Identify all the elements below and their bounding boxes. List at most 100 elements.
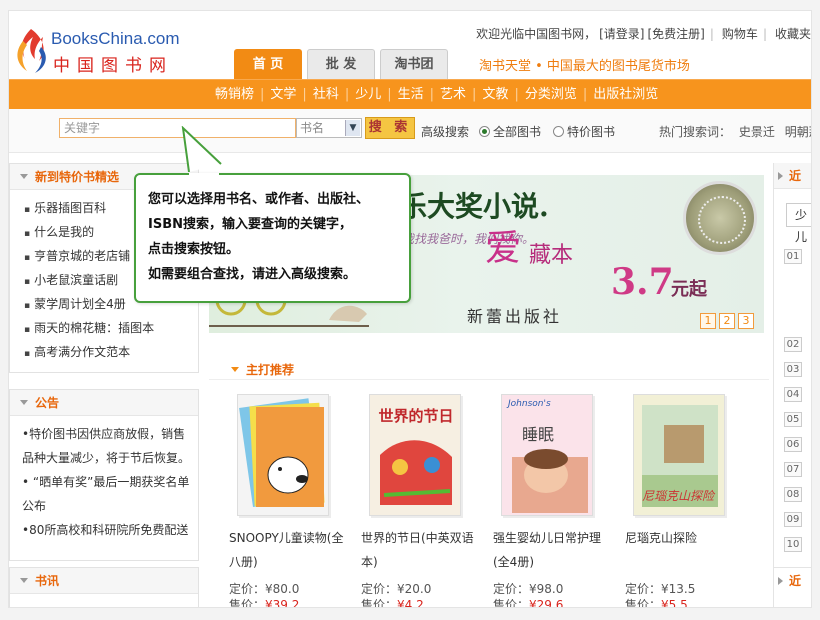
logo-flame-icon bbox=[17, 29, 46, 73]
tooltip-line: 您可以选择用书名、或作者、出版社、 bbox=[148, 192, 370, 207]
collapse-triangle-icon bbox=[778, 172, 783, 180]
book-title[interactable]: 强生婴幼儿日常护理(全4册) bbox=[493, 526, 613, 574]
logo-text-en: BooksChina.com bbox=[51, 29, 180, 48]
search-field-value: 书名 bbox=[300, 121, 325, 135]
radio-all-books[interactable]: 全部图书 bbox=[479, 123, 541, 140]
book-list-price: 定价：¥98.0 bbox=[493, 582, 564, 596]
notice-title: 公告 bbox=[35, 396, 60, 410]
nav-life[interactable]: 生活 bbox=[392, 80, 430, 109]
recommend-title-text: 主打推荐 bbox=[246, 363, 295, 377]
nav-browse-publisher[interactable]: 出版社浏览 bbox=[587, 80, 664, 109]
book-list-price: 定价：¥80.0 bbox=[229, 582, 300, 596]
sale-price: ¥29.6 bbox=[529, 598, 564, 608]
screenshot-frame: BooksChina.com 中国图书网 欢迎光临中国图书网， [请登录] [免费注… bbox=[0, 0, 820, 620]
banner-price-suffix: 元起 bbox=[671, 279, 707, 300]
sale-label: 售价： bbox=[229, 598, 266, 608]
rank-number: 01 bbox=[784, 249, 802, 264]
cart-link[interactable]: 购物车 bbox=[722, 27, 758, 41]
search-input[interactable]: 关键字 bbox=[59, 118, 296, 138]
hot-search-label: 热门搜索词： bbox=[659, 125, 732, 139]
tooltip-line: ISBN搜索，输入要查询的关键字， bbox=[148, 217, 352, 232]
book-cover[interactable]: Johnson's 睡眠 bbox=[501, 394, 593, 516]
sale-price: ¥5.5 bbox=[661, 598, 688, 608]
rank-number: 04 bbox=[784, 387, 802, 402]
nav-art[interactable]: 艺术 bbox=[434, 80, 472, 109]
banner-publisher: 新蕾出版社 bbox=[467, 307, 563, 326]
book-title[interactable]: 尼瑙克山探险 bbox=[625, 526, 745, 550]
radio-special-books[interactable]: 特价图书 bbox=[553, 123, 615, 140]
sale-label: 售价： bbox=[493, 598, 530, 608]
news-header[interactable]: 书讯 bbox=[10, 568, 198, 594]
nav-children[interactable]: 少儿 bbox=[349, 80, 387, 109]
sale-label: 售价： bbox=[361, 598, 398, 608]
banner-page-1[interactable]: 1 bbox=[700, 313, 716, 329]
tab-group-buy[interactable]: 淘书团 bbox=[380, 49, 448, 79]
rank-number: 03 bbox=[784, 362, 802, 377]
nav-education[interactable]: 文教 bbox=[476, 80, 514, 109]
search-field-select[interactable]: 书名 ▼ bbox=[296, 118, 362, 138]
nav-social-science[interactable]: 社科 bbox=[307, 80, 345, 109]
tab-wholesale[interactable]: 批 发 bbox=[307, 49, 375, 79]
banner-collection: 藏本 bbox=[529, 243, 574, 268]
nav-literature[interactable]: 文学 bbox=[264, 80, 302, 109]
collapse-triangle-icon bbox=[20, 174, 28, 179]
site-logo[interactable]: BooksChina.com 中国图书网 bbox=[13, 27, 183, 77]
book-title[interactable]: SNOOPY儿童读物(全八册) bbox=[229, 526, 349, 574]
news-box: 书讯 bbox=[9, 567, 199, 607]
banner-page-3[interactable]: 3 bbox=[738, 313, 754, 329]
rank-number: 02 bbox=[784, 337, 802, 352]
category-nav: 畅销榜 | 文学 | 社科 | 少儿 | 生活 | 艺术 | 文教 | 分类浏览 | 出版社浏览 bbox=[9, 79, 811, 109]
book-sale-price: 售价：¥29.6 bbox=[493, 596, 564, 608]
favorites-link[interactable]: 收藏夹 bbox=[775, 27, 811, 41]
tab-children-rank[interactable]: 少儿 bbox=[786, 203, 811, 244]
book-sale-price: 售价：¥4.2 bbox=[361, 596, 424, 608]
nav-browse-category[interactable]: 分类浏览 bbox=[519, 80, 583, 109]
slogan: 淘书天堂 • 中国最大的图书尾货市场 bbox=[479, 59, 690, 74]
nav-bestsellers[interactable]: 畅销榜 bbox=[209, 80, 260, 109]
book-cover[interactable]: 尼瑙克山探险 bbox=[633, 394, 725, 516]
recommend-title: 主打推荐 bbox=[231, 361, 294, 378]
collapse-triangle-icon bbox=[20, 400, 28, 405]
login-link[interactable]: [请登录] bbox=[599, 27, 644, 41]
triangle-icon bbox=[231, 367, 239, 372]
festival-cover-art bbox=[380, 440, 452, 505]
search-help-tooltip: 您可以选择用书名、或作者、出版社、 ISBN搜索，输入要查询的关键字， 点击搜索… bbox=[134, 173, 411, 303]
book-sale-price: 售价：¥39.2 bbox=[229, 596, 300, 608]
tab-home[interactable]: 首 页 bbox=[234, 49, 302, 81]
collapse-triangle-icon bbox=[20, 578, 28, 583]
notice-item[interactable]: • “晒单有奖”最后一期获奖名单公布 bbox=[22, 470, 190, 518]
list-item[interactable]: 高考满分作文范本 bbox=[24, 340, 198, 364]
new-specials-title: 新到特价书精选 bbox=[35, 170, 120, 184]
book-cover[interactable]: 世界的节日 bbox=[369, 394, 461, 516]
news-title: 书讯 bbox=[35, 574, 60, 588]
book-cover[interactable] bbox=[237, 394, 329, 516]
banner-title: 乐大奖小说. bbox=[399, 190, 549, 223]
right-sidebar: 近 少儿 01 02 03 04 05 06 07 08 09 10 近 bbox=[773, 163, 811, 607]
baby-cover-art bbox=[512, 449, 588, 513]
book-title[interactable]: 世界的节日(中英双语本) bbox=[361, 526, 481, 574]
right-box-title: 近 bbox=[789, 169, 802, 183]
right-box-title-2: 近 bbox=[789, 574, 802, 588]
snoopy-cover-art bbox=[239, 398, 325, 507]
book-list-price: 定价：¥13.5 bbox=[625, 582, 696, 596]
list-item[interactable]: 雨天的棉花糖：插图本 bbox=[24, 316, 198, 340]
right-box-header[interactable]: 近 bbox=[774, 163, 811, 189]
advanced-search-link[interactable]: 高级搜索 bbox=[421, 123, 469, 140]
sale-price: ¥39.2 bbox=[265, 598, 300, 608]
hot-term[interactable]: 史景迁 bbox=[739, 125, 775, 139]
chevron-down-icon: ▼ bbox=[345, 120, 360, 136]
register-link[interactable]: [免费注册] bbox=[648, 27, 705, 41]
radio-special-label: 特价图书 bbox=[567, 125, 616, 139]
search-button[interactable]: 搜 索 bbox=[365, 117, 415, 139]
banner-page-2[interactable]: 2 bbox=[719, 313, 735, 329]
notice-box: 公告 •特价图书因供应商放假，销售品种大量减少，将于节后恢复。 • “晒单有奖”… bbox=[9, 389, 199, 561]
right-box-header-2[interactable]: 近 bbox=[774, 567, 811, 593]
collapse-triangle-icon bbox=[778, 577, 783, 585]
hot-term[interactable]: 明朝那 bbox=[785, 125, 811, 139]
rank-number: 10 bbox=[784, 537, 802, 552]
radio-all-label: 全部图书 bbox=[493, 125, 542, 139]
notice-header[interactable]: 公告 bbox=[10, 390, 198, 416]
notice-item[interactable]: •特价图书因供应商放假，销售品种大量减少，将于节后恢复。 bbox=[22, 422, 190, 470]
rank-number: 07 bbox=[784, 462, 802, 477]
notice-item[interactable]: •80所高校和科研院所免费配送 bbox=[22, 518, 190, 542]
